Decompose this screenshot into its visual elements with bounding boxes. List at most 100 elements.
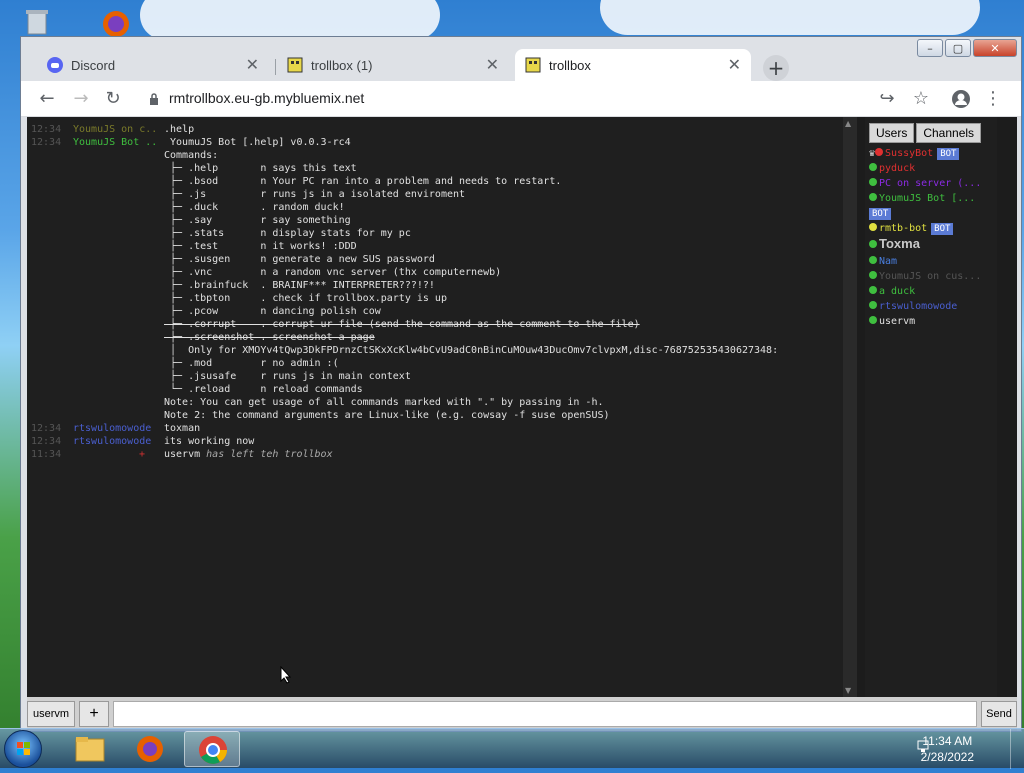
new-tab-button[interactable]: + (763, 55, 789, 81)
status-dot-icon (875, 148, 884, 156)
message-nick[interactable]: rtswulomowode (73, 422, 155, 435)
chat-message: ├─ .say r say something (27, 214, 847, 227)
menu-icon[interactable]: ⋮ (983, 89, 1003, 109)
chat-message: ├─ .stats n display stats for my pc (27, 227, 847, 240)
send-button[interactable]: Send (981, 701, 1017, 727)
status-dot-icon (869, 193, 877, 201)
add-button[interactable]: + (79, 701, 109, 727)
taskbar-explorer[interactable] (62, 731, 118, 767)
status-dot-icon (869, 223, 877, 231)
user-list-item[interactable]: YoumuJS on cus... (869, 270, 981, 283)
status-dot-icon (869, 178, 877, 186)
tab-users[interactable]: Users (869, 123, 915, 143)
reload-icon[interactable]: ↻ (103, 89, 123, 109)
show-desktop-button[interactable] (1010, 729, 1024, 769)
message-nick[interactable]: YoumuJS Bot ... (73, 136, 155, 149)
user-list-item[interactable]: rmtb-bot BOT (869, 222, 954, 236)
forward-icon[interactable]: → (71, 89, 91, 109)
desktop-cloud (600, 0, 980, 35)
tab-discord[interactable]: Discord ✕ (37, 49, 269, 81)
profile-icon[interactable] (951, 89, 971, 109)
chat-message: └─ .reload n reload commands (27, 383, 847, 396)
user-list-item[interactable]: Toxma (869, 237, 920, 252)
user-name: a duck (879, 286, 916, 297)
user-list-item[interactable]: rtswulomowode (869, 300, 957, 313)
status-dot-icon (869, 271, 877, 279)
status-dot-icon (869, 316, 877, 324)
bot-badge: BOT (869, 207, 892, 221)
recycle-bin-icon[interactable] (22, 6, 52, 36)
chat-log: 12:34 YoumuJS on c... .help 12:34 YoumuJS Bo… (27, 117, 857, 697)
message-text: ├─ .tbpton . check if trollbox.party is … (164, 293, 447, 304)
chat-message: ├─ .pcow n dancing polish cow (27, 305, 847, 318)
nick-button[interactable]: uservm (27, 701, 75, 727)
chat-message: 12:34 YoumuJS on c... .help (27, 123, 847, 136)
firefox-icon (137, 736, 163, 762)
user-name: YoumuJS on cus... (879, 271, 982, 282)
user-name: rmtb-bot (879, 223, 928, 234)
message-nick[interactable]: rtswulomowode (73, 435, 155, 448)
tab-trollbox[interactable]: trollbox ✕ (515, 49, 751, 81)
message-text: │ Only for XMOYv4tQwp3DkFPDrnzCtSKxXcKlw… (164, 345, 779, 356)
close-tab-icon[interactable]: ✕ (246, 55, 259, 75)
clock[interactable]: 11:34 AM 2/28/2022 (921, 733, 974, 765)
close-tab-icon[interactable]: ✕ (486, 55, 499, 75)
message-text: ├─ .duck . random duck! (164, 202, 345, 213)
message-time: 12:34 (31, 124, 62, 135)
message-text: ├─ .susgen n generate a new SUS password (164, 254, 435, 265)
address-bar[interactable]: rmtrollbox.eu-gb.mybluemix.net (169, 90, 364, 106)
users-scrollbar[interactable] (997, 117, 1017, 697)
tab-title: trollbox (549, 57, 591, 73)
start-button[interactable] (4, 730, 42, 768)
message-nick[interactable]: YoumuJS on c... (73, 123, 155, 136)
message-text: its working now (164, 436, 255, 447)
message-text: Note: You can get usage of all commands … (164, 397, 604, 408)
user-list-item[interactable]: PC on server (... (869, 177, 981, 190)
close-tab-icon[interactable]: ✕ (728, 55, 741, 75)
message-text: ├─ .pcow n dancing polish cow (164, 306, 381, 317)
chat-message: ├─ .screenshot . screenshot a page (27, 331, 847, 344)
message-text: toxman (164, 423, 201, 434)
taskbar-chrome[interactable] (184, 731, 240, 767)
user-list-item[interactable]: a duck (869, 285, 915, 298)
trollbox-icon (287, 57, 303, 73)
chat-message: ├─ .js r runs js in a isolated enviromen… (27, 188, 847, 201)
share-icon[interactable]: ↪ (877, 89, 897, 109)
message-input[interactable] (113, 701, 977, 727)
mouse-cursor-icon (280, 666, 292, 684)
message-text: ├─ .stats n display stats for my pc (164, 228, 411, 239)
taskbar-firefox[interactable] (122, 731, 178, 767)
chat-message: 12:34 rtswulomowode its working now (27, 435, 847, 448)
chat-scrollbar[interactable]: ▲ ▼ (843, 117, 857, 697)
message-text: ├─ .js r runs js in a isolated enviromen… (164, 189, 466, 200)
tab-separator (275, 59, 276, 75)
chat-message: Commands: (27, 149, 847, 162)
trollbox-page: 12:34 YoumuJS on c... .help 12:34 YoumuJS Bo… (27, 117, 1017, 731)
message-text: ├─ .vnc n a random vnc server (thx compu… (164, 267, 502, 278)
message-text: YoumuJS Bot [.help] v0.0.3-rc4 (164, 137, 351, 148)
tab-channels[interactable]: Channels (916, 123, 982, 143)
firefox-desktop-icon[interactable] (96, 6, 136, 38)
browser-toolbar: ← → ↻ rmtrollbox.eu-gb.mybluemix.net ↪ ☆… (21, 81, 1021, 117)
browser-window: – ▢ ✕ Discord ✕ trollbox (1) ✕ trollbox … (20, 36, 1022, 732)
user-list-item[interactable]: YoumuJS Bot [... (869, 192, 975, 205)
back-icon[interactable]: ← (37, 89, 57, 109)
tab-trollbox-1[interactable]: trollbox (1) ✕ (277, 49, 509, 81)
chrome-icon (199, 736, 227, 764)
user-name: uservm (879, 316, 916, 327)
lock-icon[interactable] (149, 92, 159, 106)
chat-message: ├─ .vnc n a random vnc server (thx compu… (27, 266, 847, 279)
user-list-item[interactable]: Nam (869, 255, 897, 268)
status-dot-icon (869, 240, 877, 248)
user-list-item[interactable]: uservm (869, 315, 915, 328)
user-name: PC on server (... (879, 178, 982, 189)
user-list-item[interactable]: ♛ SussyBot BOT (869, 147, 960, 161)
bookmark-star-icon[interactable]: ☆ (911, 89, 931, 109)
user-list-item[interactable]: pyduck (869, 162, 915, 175)
users-panel: Users Channels ♛ SussyBot BOT pyduck PC on s… (865, 117, 997, 697)
message-nick[interactable]: + (73, 448, 145, 461)
chat-message: ├─ .brainfuck . BRAINF*** INTERPRETER???… (27, 279, 847, 292)
message-text: ├─ .test n it works! :DDD (164, 241, 357, 252)
message-time: 12:34 (31, 423, 62, 434)
status-dot-icon (869, 301, 877, 309)
